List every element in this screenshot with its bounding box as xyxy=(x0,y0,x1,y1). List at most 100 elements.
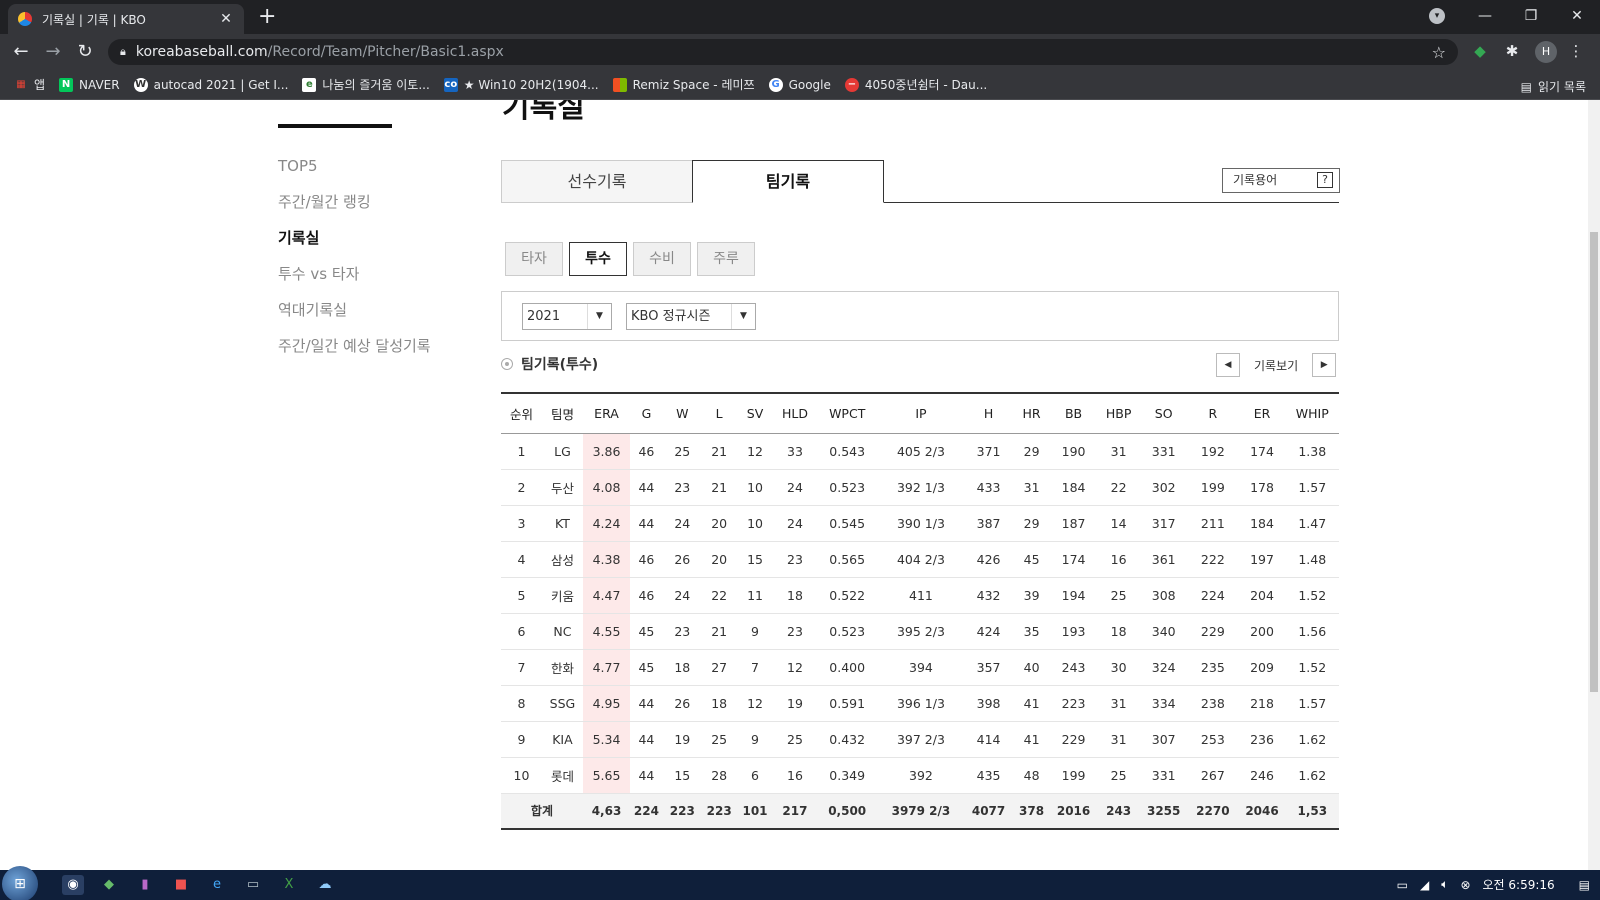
tab-team-records[interactable]: 팀기록 xyxy=(692,160,884,203)
scrollbar-thumb[interactable] xyxy=(1590,232,1598,692)
prev-page-icon[interactable]: ◀ xyxy=(1216,353,1240,377)
table-cell: 1 xyxy=(517,443,526,459)
browser-tab-strip: 기록실 | 기록 | KBO ✕ + ▾ — ❐ ✕ xyxy=(0,0,1600,34)
tab-fielding[interactable]: 수비 xyxy=(633,242,691,276)
table-cell: 0.523 xyxy=(829,623,866,639)
reload-icon[interactable]: ↻ xyxy=(74,41,96,62)
sidebar-item-expected-records[interactable]: 주간/일간 예상 달성기록 xyxy=(278,336,431,372)
bookmark-google[interactable]: G Google xyxy=(768,77,831,92)
team-name-cell: LG xyxy=(554,443,571,459)
tab-title: 기록실 | 기록 | KBO xyxy=(42,12,146,27)
network-icon[interactable]: ◢ xyxy=(1420,878,1429,892)
browser-tab[interactable]: 기록실 | 기록 | KBO ✕ xyxy=(8,4,244,34)
column-header[interactable]: HBP xyxy=(1097,393,1140,433)
table-cell: 0.522 xyxy=(829,587,866,603)
extension-colorful-icon[interactable]: ◆ xyxy=(1470,42,1490,62)
chrome-taskbar-icon[interactable]: ◉ xyxy=(62,875,84,895)
column-header[interactable]: WHIP xyxy=(1286,393,1339,433)
column-header[interactable]: IP xyxy=(878,393,964,433)
new-tab-icon[interactable]: + xyxy=(258,4,276,30)
section-title: 팀기록(투수) xyxy=(501,354,598,374)
menu-kebab-icon[interactable]: ⋮ xyxy=(1566,42,1586,62)
column-header[interactable]: BB xyxy=(1050,393,1097,433)
sidebar-item-all-time[interactable]: 역대기록실 xyxy=(278,300,431,336)
bookmark-itoyo[interactable]: e 나눔의 즐거움 이토... xyxy=(302,76,430,93)
page-content: 기록실 TOP5 주간/월간 랭킹 기록실 투수 vs 타자 역대기록실 주간/… xyxy=(0,100,1588,870)
table-cell: 7 xyxy=(751,659,759,675)
bookmark-naver[interactable]: N NAVER xyxy=(59,77,120,92)
back-icon[interactable]: ← xyxy=(10,41,32,62)
sidebar-item-records[interactable]: 기록실 xyxy=(278,228,431,264)
pager-label: 기록보기 xyxy=(1254,358,1299,373)
column-header[interactable]: HR xyxy=(1013,393,1050,433)
forward-icon[interactable]: → xyxy=(42,41,64,62)
table-cell: 396 1/3 xyxy=(896,695,945,711)
table-cell: 1.47 xyxy=(1298,515,1327,531)
tab-pitching[interactable]: 투수 xyxy=(569,242,627,276)
table-cell: 39 xyxy=(1023,587,1040,603)
explorer-taskbar-icon[interactable]: ▭ xyxy=(242,875,264,895)
table-row: 7 한화 4.77 45 18 27 7 12 0.400 394 357 40 243 30 324 235… xyxy=(501,649,1339,685)
tab-baserunning[interactable]: 주루 xyxy=(697,242,755,276)
tab-batting[interactable]: 타자 xyxy=(505,242,563,276)
window-close-icon[interactable]: ✕ xyxy=(1554,8,1600,24)
sidebar-item-top5[interactable]: TOP5 xyxy=(278,156,431,192)
table-cell: 5.34 xyxy=(582,721,631,757)
column-header[interactable]: HLD xyxy=(773,393,816,433)
bookmark-remiz[interactable]: Remiz Space - 레미쯔 xyxy=(612,76,755,93)
battery-icon[interactable]: ▭ xyxy=(1397,878,1408,892)
reading-list[interactable]: ▤ 읽기 목록 xyxy=(1521,78,1586,95)
column-header[interactable]: G xyxy=(630,393,663,433)
extensions-puzzle-icon[interactable]: ✱ xyxy=(1502,42,1522,62)
app-taskbar-icon[interactable]: ◆ xyxy=(98,875,120,895)
column-header[interactable]: WPCT xyxy=(816,393,877,433)
app-red-taskbar-icon[interactable]: ■ xyxy=(170,875,192,895)
table-row: 10 롯데 5.65 44 15 28 6 16 0.349 392 435 48 199 25 331 26… xyxy=(501,757,1339,793)
season-select[interactable]: KBO 정규시즌 ▼ xyxy=(626,303,756,330)
tab-player-records[interactable]: 선수기록 xyxy=(501,160,693,203)
app-purple-taskbar-icon[interactable]: ▮ xyxy=(134,875,156,895)
app-cloud-taskbar-icon[interactable]: ☁ xyxy=(314,875,336,895)
year-select[interactable]: 2021 ▼ xyxy=(522,303,612,330)
start-button-icon[interactable]: ⊞ xyxy=(2,866,38,900)
column-header[interactable]: H xyxy=(964,393,1013,433)
total-cell: 101 xyxy=(742,803,768,818)
column-header[interactable]: W xyxy=(663,393,702,433)
column-header[interactable]: SO xyxy=(1140,393,1187,433)
table-cell: 14 xyxy=(1110,515,1127,531)
column-header[interactable]: L xyxy=(702,393,737,433)
column-header[interactable]: SV xyxy=(737,393,774,433)
page-scrollbar[interactable] xyxy=(1588,100,1600,870)
next-page-icon[interactable]: ▶ xyxy=(1312,353,1337,377)
bookmark-autocad[interactable]: W autocad 2021 | Get I... xyxy=(133,77,288,92)
sidebar-item-ranking[interactable]: 주간/월간 랭킹 xyxy=(278,192,431,228)
close-tab-icon[interactable]: ✕ xyxy=(218,11,234,27)
restore-icon[interactable]: ❐ xyxy=(1508,8,1554,24)
bookmark-daum[interactable]: − 4050중년쉼터 - Dau... xyxy=(844,76,987,93)
excel-taskbar-icon[interactable]: X xyxy=(278,875,300,895)
bookmark-win10[interactable]: co ★ Win10 20H2(1904... xyxy=(443,77,599,92)
address-bar[interactable]: 🔒︎ koreabaseball.com /Record/Team/Pitche… xyxy=(108,39,1458,65)
clock[interactable]: 오전 6:59:16 xyxy=(1483,876,1555,893)
action-center-icon[interactable]: ▤ xyxy=(1579,878,1590,892)
glossary-button[interactable]: 기록용어 ? xyxy=(1222,168,1340,193)
table-cell: 4.55 xyxy=(582,613,631,649)
column-header[interactable]: ERA xyxy=(583,393,630,433)
column-header[interactable]: R xyxy=(1187,393,1238,433)
sidebar-item-pitcher-vs-batter[interactable]: 투수 vs 타자 xyxy=(278,264,431,300)
notification-off-icon[interactable]: ⊗ xyxy=(1460,878,1470,892)
table-cell: 24 xyxy=(674,587,691,603)
profile-avatar[interactable]: H xyxy=(1535,41,1557,63)
table-cell: 18 xyxy=(674,659,691,675)
table-cell: 0.432 xyxy=(829,731,866,747)
volume-icon[interactable]: 🔈︎ xyxy=(1441,877,1448,892)
column-header[interactable]: ER xyxy=(1238,393,1285,433)
table-cell: 23 xyxy=(787,551,803,567)
table-cell: 16 xyxy=(787,767,803,783)
table-cell: 222 xyxy=(1200,551,1225,567)
bookmark-star-icon[interactable]: ☆ xyxy=(1432,43,1446,62)
tab-search-icon[interactable]: ▾ xyxy=(1429,8,1445,24)
bookmark-apps[interactable]: ▦ 앱 xyxy=(14,76,45,93)
minimize-icon[interactable]: — xyxy=(1462,8,1508,24)
ie-taskbar-icon[interactable]: e xyxy=(206,875,228,895)
